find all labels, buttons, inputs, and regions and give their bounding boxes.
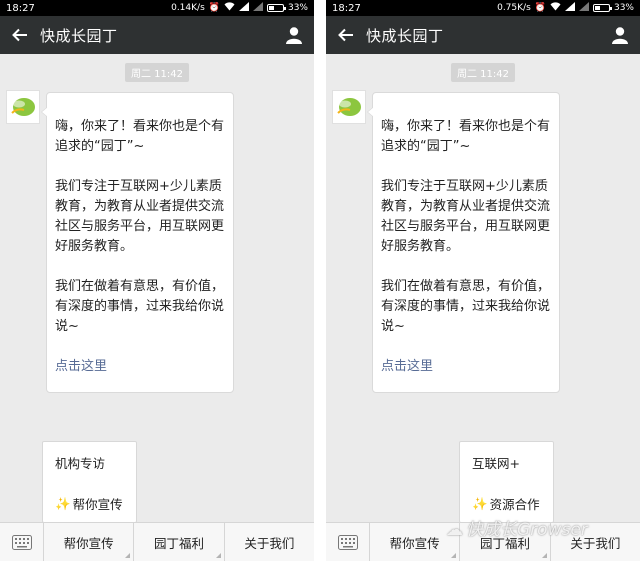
title-bar: 快成长园丁 xyxy=(0,16,314,54)
submenu-indicator-icon xyxy=(215,553,221,558)
message-timestamp: 周二 11:42 xyxy=(451,63,515,82)
person-icon xyxy=(612,27,628,44)
signal-icon-2 xyxy=(252,2,263,14)
keyboard-icon xyxy=(337,535,358,550)
message-paragraph-1: 嗨，你来了！看来你也是个有追求的“园丁”~ xyxy=(381,119,551,154)
menu-button-promote[interactable]: 帮你宣传 xyxy=(44,523,135,561)
submenu-item-internet-plus[interactable]: 互联网+ xyxy=(460,442,553,483)
wechat-logo-icon: ☁ xyxy=(446,520,463,540)
profile-button[interactable] xyxy=(600,16,640,54)
submenu-item-promote[interactable]: ✨ 帮你宣传 xyxy=(43,483,136,524)
submenu-popup: 机构专访 ✨ 帮你宣传 xyxy=(42,441,137,523)
click-here-link[interactable]: 点击这里 xyxy=(55,357,225,377)
person-icon xyxy=(286,27,302,44)
phone-screen-left: 18:27 0.14K/s ⏰ 33% 快成长园丁 周二 11:42 嗨，你来了… xyxy=(0,0,314,561)
arrow-left-icon xyxy=(338,28,353,42)
sparkle-icon: ✨ xyxy=(472,495,488,511)
submenu-indicator-icon xyxy=(451,553,457,558)
sparkle-icon: ✨ xyxy=(55,495,71,511)
message-bubble: 嗨，你来了！看来你也是个有追求的“园丁”~ 我们专注于互联网+少儿素质教育，为教… xyxy=(367,92,560,393)
submenu-indicator-icon xyxy=(125,553,131,558)
page-title: 快成长园丁 xyxy=(366,26,444,45)
wifi-icon xyxy=(224,2,235,14)
battery-percent: 33% xyxy=(613,3,634,13)
back-button[interactable] xyxy=(0,16,40,54)
submenu-indicator-icon xyxy=(541,553,547,558)
back-button[interactable] xyxy=(326,16,366,54)
status-time: 18:27 xyxy=(6,2,35,14)
page-title: 快成长园丁 xyxy=(40,26,118,45)
message-paragraph-2: 我们专注于互联网+少儿素质教育，为教育从业者提供交流社区与服务平台，用互联网更好… xyxy=(381,179,551,254)
signal-icon-2 xyxy=(578,2,589,14)
submenu-item-label: 机构专访 xyxy=(55,456,106,471)
alarm-icon: ⏰ xyxy=(534,3,546,13)
signal-icon xyxy=(564,2,575,14)
menu-button-label: 关于我们 xyxy=(244,535,295,551)
menu-button-label: 园丁福利 xyxy=(153,535,204,551)
menu-button-about[interactable]: 关于我们 xyxy=(225,523,314,561)
message-timestamp: 周二 11:42 xyxy=(125,63,189,82)
click-here-link[interactable]: 点击这里 xyxy=(381,357,551,377)
avatar[interactable] xyxy=(6,90,40,124)
status-time: 18:27 xyxy=(332,2,361,14)
status-bar: 18:27 0.75K/s ⏰ 33% xyxy=(326,0,640,16)
message-bubble: 嗨，你来了！看来你也是个有追求的“园丁”~ 我们专注于互联网+少儿素质教育，为教… xyxy=(41,92,234,393)
profile-button[interactable] xyxy=(274,16,314,54)
message-paragraph-3: 我们在做着有意思，有价值，有深度的事情，过来我给你说说~ xyxy=(55,279,225,334)
avatar[interactable] xyxy=(332,90,366,124)
net-speed: 0.14K/s xyxy=(171,3,205,13)
submenu-popup: 互联网+ ✨ 资源合作 xyxy=(459,441,554,523)
battery-icon xyxy=(266,4,286,12)
submenu-item-label: 帮你宣传 xyxy=(72,497,123,512)
bottom-menu-bar: 帮你宣传 园丁福利 关于我们 xyxy=(0,522,314,561)
net-speed: 0.75K/s xyxy=(497,3,531,13)
battery-icon xyxy=(592,4,612,12)
watermark-text: 快成长Growser xyxy=(466,520,588,540)
title-bar: 快成长园丁 xyxy=(326,16,640,54)
logo-icon xyxy=(337,98,361,116)
submenu-item-label: 资源合作 xyxy=(489,497,540,512)
menu-button-benefits[interactable]: 园丁福利 xyxy=(134,523,225,561)
watermark: ☁ 快成长Growser xyxy=(446,515,588,540)
phone-screen-right: 18:27 0.75K/s ⏰ 33% 快成长园丁 周二 11:42 嗨，你来了… xyxy=(326,0,640,561)
keyboard-icon xyxy=(11,535,32,550)
menu-button-label: 帮你宣传 xyxy=(389,535,440,551)
submenu-item-interview[interactable]: 机构专访 xyxy=(43,442,136,483)
keyboard-toggle-button[interactable] xyxy=(326,523,370,561)
submenu-item-label: 互联网+ xyxy=(472,456,520,471)
arrow-left-icon xyxy=(12,28,27,42)
message-paragraph-3: 我们在做着有意思，有价值，有深度的事情，过来我给你说说~ xyxy=(381,279,551,334)
alarm-icon: ⏰ xyxy=(208,3,220,13)
message-paragraph-1: 嗨，你来了！看来你也是个有追求的“园丁”~ xyxy=(55,119,225,154)
keyboard-toggle-button[interactable] xyxy=(0,523,44,561)
menu-button-label: 帮你宣传 xyxy=(63,535,114,551)
logo-icon xyxy=(11,98,35,116)
wifi-icon xyxy=(550,2,561,14)
battery-percent: 33% xyxy=(287,3,308,13)
message-paragraph-2: 我们专注于互联网+少儿素质教育，为教育从业者提供交流社区与服务平台，用互联网更好… xyxy=(55,179,225,254)
status-bar: 18:27 0.14K/s ⏰ 33% xyxy=(0,0,314,16)
signal-icon xyxy=(238,2,249,14)
